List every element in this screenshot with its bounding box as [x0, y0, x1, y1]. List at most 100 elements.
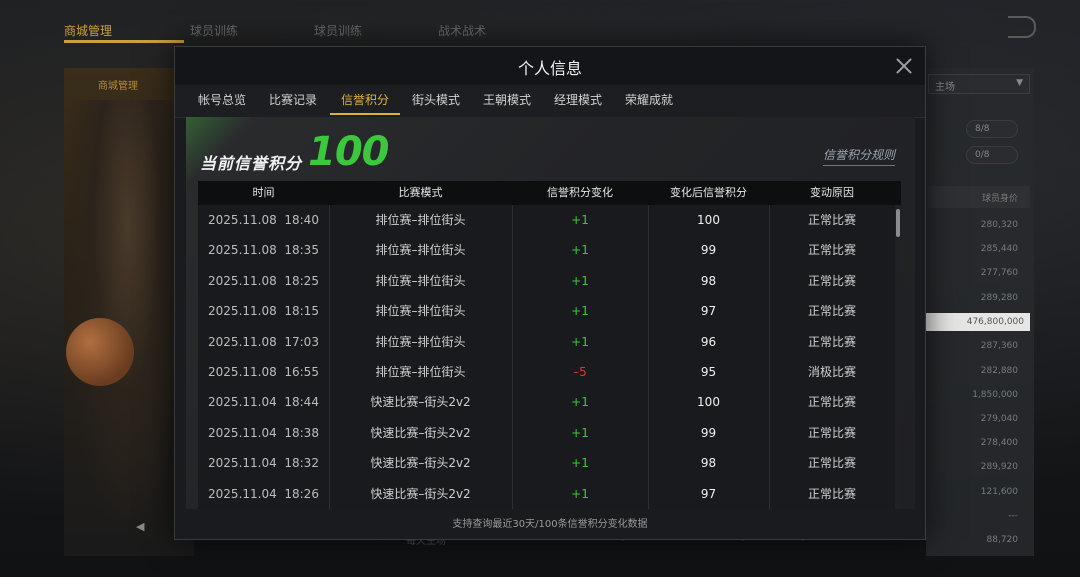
cell-time: 2025.11.08 16:55	[208, 365, 319, 379]
cell-time: 2025.11.04 18:32	[208, 456, 319, 471]
cell-mode: 排位赛–排位街头	[375, 243, 466, 258]
bg-nav-item: 战术战术	[438, 24, 487, 38]
cell-reason: 消极比赛	[807, 365, 856, 379]
footer-note: 支持查询最近30天/100条信誉积分变化数据	[452, 519, 648, 530]
bg-chip-label: 8/8	[975, 124, 990, 134]
table-body[interactable]: 2025.11.08 18:40 排位赛–排位街头 +1 100 正常比赛 2025.11…	[198, 205, 901, 509]
player-image	[68, 100, 188, 520]
tab-street-mode[interactable]: 街头模式	[407, 85, 465, 115]
cell-reason: 正常比赛	[807, 213, 856, 227]
cell-reason: 正常比赛	[807, 273, 856, 288]
bg-nav-item: 球员训练	[190, 24, 239, 38]
table-row: 2025.11.08 17:03 排位赛–排位街头 +1 96 正常比赛	[198, 327, 901, 357]
cell-change: +1	[571, 304, 589, 319]
table-row: 2025.11.08 18:35 排位赛–排位街头 +1 99 正常比赛	[198, 235, 901, 265]
bg-value: 282,880	[980, 366, 1018, 376]
cell-mode: 快速比赛–街头2v2	[370, 456, 471, 471]
cell-time: 2025.11.04 18:38	[208, 425, 319, 440]
credit-score-panel: 当前信誉积分 100 信誉积分规则 时间 比赛模式 信誉积分变化 变化后信誉积分…	[186, 117, 915, 509]
cell-after: 96	[700, 334, 717, 349]
bg-nav-item: 球员训练	[314, 24, 363, 38]
bg-right-header-label: 球员身价	[981, 194, 1018, 204]
cell-mode: 排位赛–排位街头	[375, 334, 466, 349]
table-row: 2025.11.04 18:32 快速比赛–街头2v2 +1 98 正常比赛	[198, 448, 901, 478]
cell-mode: 排位赛–排位街头	[375, 273, 466, 288]
cell-mode: 快速比赛–街头2v2	[370, 486, 471, 501]
bg-value: 1,850,000	[972, 390, 1018, 400]
tab-honor-achievements[interactable]: 荣耀成就	[620, 85, 678, 115]
scrollbar-thumb[interactable]	[896, 209, 900, 237]
cell-mode: 排位赛–排位街头	[375, 304, 466, 319]
cell-reason: 正常比赛	[807, 395, 856, 410]
cell-time: 2025.11.04 18:44	[208, 395, 319, 410]
bg-nav-underline	[64, 40, 184, 43]
column-header-reason: 变动原因	[810, 186, 854, 199]
tab-manager-mode[interactable]: 经理模式	[549, 85, 607, 115]
cell-change: +1	[571, 213, 589, 227]
cell-after: 100	[697, 213, 720, 227]
cell-reason: 正常比赛	[807, 456, 856, 471]
table-header: 时间 比赛模式 信誉积分变化 变化后信誉积分 变动原因	[198, 181, 901, 205]
table-row: 2025.11.08 18:40 排位赛–排位街头 +1 100 正常比赛	[198, 205, 901, 235]
credit-rules-link[interactable]: 信誉积分规则	[822, 146, 895, 166]
table-row: 2025.11.08 16:55 排位赛–排位街头 –5 95 消极比赛	[198, 357, 901, 387]
cell-after: 100	[697, 395, 720, 410]
close-icon[interactable]	[893, 55, 915, 77]
bg-value: 278,400	[980, 438, 1018, 448]
cell-change: +1	[571, 334, 589, 349]
cell-change: +1	[571, 273, 589, 288]
cell-time: 2025.11.04 18:26	[208, 486, 319, 501]
cell-reason: 正常比赛	[807, 486, 856, 501]
tab-account-overview[interactable]: 帐号总览	[193, 85, 251, 115]
cell-change: +1	[571, 395, 589, 410]
table-row: 2025.11.08 18:15 排位赛–排位街头 +1 97 正常比赛	[198, 296, 901, 326]
cell-reason: 正常比赛	[807, 304, 856, 319]
bg-right-header: 球员身价	[928, 186, 1030, 208]
bg-select-label: 主场	[935, 82, 955, 93]
cell-reason: 正常比赛	[807, 425, 856, 440]
bg-value-highlight: 476,800,000	[926, 313, 1030, 331]
dialog-title: 个人信息	[517, 59, 582, 78]
current-score-value: 100	[308, 129, 389, 175]
bg-value: 287,360	[980, 341, 1018, 351]
cell-after: 99	[700, 425, 717, 440]
bg-value: 277,760	[980, 268, 1018, 278]
cell-time: 2025.11.08 18:40	[208, 213, 319, 227]
bg-value: 289,920	[980, 462, 1018, 472]
cell-reason: 正常比赛	[807, 334, 856, 349]
play-icon: ◀	[136, 520, 145, 533]
bg-chip: 0/8	[966, 146, 1018, 164]
cell-mode: 快速比赛–街头2v2	[370, 425, 471, 440]
bg-value: 289,280	[980, 293, 1018, 303]
cell-after: 99	[700, 243, 717, 258]
table-scrollbar[interactable]	[895, 205, 901, 509]
tab-match-record[interactable]: 比赛记录	[264, 85, 322, 115]
column-header-change: 信誉积分变化	[547, 186, 613, 199]
bg-select: 主场 ▼	[928, 74, 1030, 94]
cell-change: –5	[573, 365, 587, 379]
table-row: 2025.11.04 18:44 快速比赛–街头2v2 +1 100 正常比赛	[198, 387, 901, 417]
cell-after: 98	[700, 456, 717, 471]
cell-change: +1	[571, 456, 589, 471]
bg-chip: 8/8	[966, 120, 1018, 138]
credit-history-table: 时间 比赛模式 信誉积分变化 变化后信誉积分 变动原因 2025.11.08 1…	[198, 181, 901, 509]
basketball-image	[66, 318, 134, 386]
tab-credit-score[interactable]: 信誉积分	[330, 85, 400, 115]
bg-value: 88,720	[986, 535, 1019, 545]
tab-dynasty-mode[interactable]: 王朝模式	[478, 85, 536, 115]
cell-mode: 排位赛–排位街头	[375, 365, 466, 379]
column-header-after: 变化后信誉积分	[670, 186, 747, 199]
back-icon	[1008, 16, 1036, 38]
chevron-down-icon: ▼	[1016, 78, 1023, 88]
bg-right-panel	[926, 68, 1034, 556]
cell-time: 2025.11.08 18:15	[208, 304, 319, 319]
bg-nav-item: 商城管理	[64, 24, 113, 38]
cell-mode: 排位赛–排位街头	[375, 213, 466, 227]
cell-after: 97	[700, 486, 717, 501]
current-score-label: 当前信誉积分	[200, 154, 303, 173]
column-header-mode: 比赛模式	[398, 186, 443, 199]
cell-after: 95	[700, 365, 717, 379]
cell-reason: 正常比赛	[807, 243, 856, 258]
table-row: 2025.11.08 18:25 排位赛–排位街头 +1 98 正常比赛	[198, 266, 901, 296]
bg-value: ---	[1008, 511, 1018, 521]
